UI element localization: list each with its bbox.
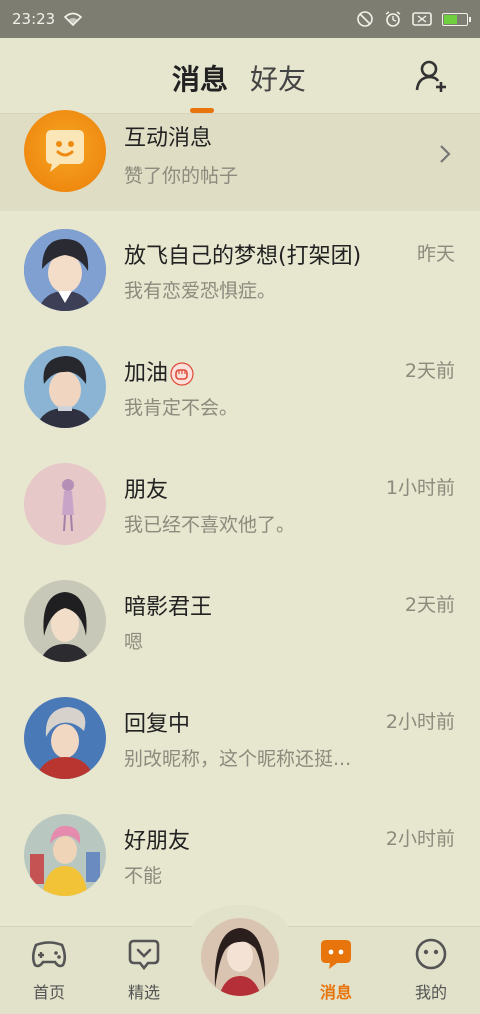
- chat-bubble-icon: [46, 130, 84, 172]
- smiley-icon: [415, 938, 447, 970]
- conversation-row[interactable]: 放飞自己的梦想(打架团) 我有恋爱恐惧症。 昨天: [0, 211, 480, 328]
- status-bar: 23:23: [0, 0, 480, 38]
- heart-chat-icon: [128, 939, 160, 971]
- avatar: [24, 229, 106, 311]
- conversation-row[interactable]: 加油 我肯定不会。 2天前: [0, 328, 480, 445]
- alarm-icon: [385, 11, 401, 27]
- conversation-name: 好朋友: [124, 829, 191, 854]
- avatar: [24, 346, 106, 428]
- bottom-nav: 首页 精选 消息 我的: [0, 905, 480, 1014]
- conversation-preview: 别改昵称，这个昵称还挺...: [124, 748, 352, 770]
- interaction-preview: 赞了你的帖子: [124, 165, 239, 187]
- tab-active-indicator: [190, 108, 214, 113]
- tab-messages[interactable]: 消息: [172, 58, 228, 98]
- conversation-name: 暗影君王: [124, 595, 213, 620]
- conversation-preview: 嗯: [124, 631, 144, 653]
- conversation-time: 1小时前: [385, 477, 455, 499]
- center-avatar-button[interactable]: [198, 915, 282, 999]
- nav-home[interactable]: 首页: [14, 937, 84, 1003]
- interaction-title: 互动消息: [124, 126, 213, 151]
- wifi-icon: [64, 12, 83, 27]
- conversation-preview: 我肯定不会。: [124, 397, 239, 419]
- conversation-row[interactable]: 好朋友 不能 2小时前: [0, 796, 480, 913]
- conversation-row[interactable]: 朋友 我已经不喜欢他了。 1小时前: [0, 445, 480, 562]
- interaction-avatar: [24, 110, 106, 192]
- conversation-time: 2小时前: [385, 711, 455, 733]
- conversation-name: 回复中: [124, 712, 191, 737]
- avatar: [24, 580, 106, 662]
- conversation-preview: 我有恋爱恐惧症。: [124, 280, 277, 302]
- nav-me[interactable]: 我的: [396, 937, 466, 1003]
- conversation-time: 2天前: [404, 594, 455, 616]
- conversation-row[interactable]: 暗影君王 嗯 2天前: [0, 562, 480, 679]
- nav-messages[interactable]: 消息: [301, 937, 371, 1003]
- conversation-name: 加油: [124, 355, 194, 387]
- message-icon: [321, 940, 351, 969]
- conversation-time: 昨天: [416, 243, 455, 265]
- avatar: [24, 463, 106, 545]
- interaction-messages-row[interactable]: 互动消息 赞了你的帖子: [0, 110, 480, 211]
- raised-fist-icon: [170, 362, 194, 386]
- nav-featured[interactable]: 精选: [109, 937, 179, 1003]
- avatar: [24, 814, 106, 896]
- conversation-name: 朋友: [124, 478, 169, 503]
- avatar: [201, 918, 279, 996]
- header: 消息 好友: [0, 38, 480, 114]
- conversation-preview: 我已经不喜欢他了。: [124, 514, 296, 536]
- chevron-right-icon: [440, 145, 451, 163]
- sim-off-icon: [412, 12, 432, 26]
- conversation-time: 2小时前: [385, 828, 455, 850]
- conversation-time: 2天前: [404, 360, 455, 382]
- status-time: 23:23: [12, 10, 56, 28]
- battery-icon: [442, 12, 471, 26]
- tab-friends[interactable]: 好友: [250, 58, 306, 98]
- conversation-preview: 不能: [124, 865, 163, 887]
- gamepad-icon: [31, 941, 67, 968]
- conversation-name: 放飞自己的梦想(打架团): [124, 244, 362, 269]
- add-friend-icon[interactable]: [414, 58, 450, 94]
- avatar: [24, 697, 106, 779]
- do-not-disturb-icon: [357, 11, 373, 27]
- message-list: 互动消息 赞了你的帖子 放飞自己的梦想(打架团) 我有恋爱恐惧症。 昨天 加油 …: [0, 110, 480, 913]
- conversation-row[interactable]: 回复中 别改昵称，这个昵称还挺... 2小时前: [0, 679, 480, 796]
